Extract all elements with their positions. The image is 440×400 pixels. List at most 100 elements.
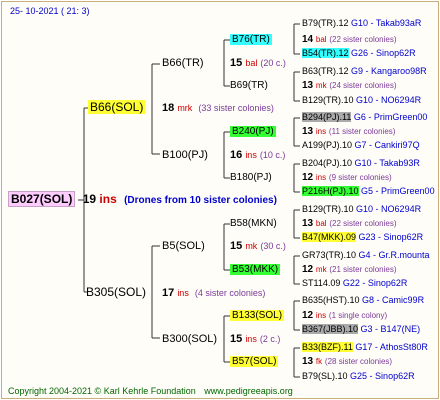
gen4-id: GR73(TR).10 [302, 250, 357, 260]
gen3-id: B69(TR) [230, 80, 268, 91]
gen2-note: (30 c.) [260, 241, 286, 251]
gen2-node-3: B300(SOL) [162, 333, 217, 346]
gen3-word: ins [315, 127, 327, 136]
gen4-code: G10 - Takab93R [354, 158, 420, 168]
gen3-num: 12 [302, 172, 314, 183]
gen1-id: B305(SOL) [86, 285, 147, 299]
gen3-note: (21 sister colonies) [329, 265, 397, 274]
gen3-word: bal [315, 35, 327, 44]
gen1-num: 17 [162, 287, 175, 299]
gen3-num: 13 [302, 80, 314, 91]
gen4-code: G3 - B147(NE) [360, 324, 421, 334]
root-id: B027(SOL) [8, 191, 76, 207]
gen2-num: 15 [230, 333, 243, 345]
gen4-row-13: B367(JBB).10 G3 - B147(NE) [302, 323, 420, 336]
gen3-id: B76(TR) [230, 34, 272, 45]
gen4-row-12: B635(HST).10 G8 - Camic99R [302, 294, 424, 307]
gen3-word: mk [315, 265, 327, 274]
gen4-code: G10 - NO6294R [356, 204, 422, 214]
gen2-word: ins [245, 150, 257, 160]
date-header: 25- 10-2021 ( 21: 3) [10, 6, 90, 16]
gen4-code: G23 - Sinop62R [358, 232, 424, 242]
gen3-word: ins [315, 173, 327, 182]
gen2-node-1: B100(PJ) [162, 149, 208, 162]
gen4-row-0: B79(TR).12 G10 - Takab93aR [302, 17, 421, 30]
gen3-node-1: B69(TR) [230, 79, 268, 92]
gen4-id: B63(TR).12 [302, 66, 349, 76]
gen1-node-0: B66(SOL) [88, 100, 146, 114]
root-note: (Drones from 10 sister colonies) [124, 195, 277, 206]
gen3-num: 13 [302, 356, 314, 367]
gen3-word: fk [315, 357, 323, 366]
gen2-info-3: 15 ins (2 c.) [230, 333, 280, 346]
gen3-id: B180(PJ) [230, 172, 272, 183]
gen4-id: P216H(PJ).10 [302, 186, 359, 196]
gen3-word: ins [315, 311, 327, 320]
gen1-node-1: B305(SOL) [86, 286, 146, 299]
gen4-code: G6 - PrimGreen00 [353, 112, 428, 122]
gen4-id: B635(HST).10 [302, 295, 360, 305]
footer-url[interactable]: www.pedigreeapis.org [204, 386, 293, 396]
gen3-info-2: 13 ins (11 sister colonies) [302, 125, 395, 138]
gen4-code: G5 - PrimGreen00 [361, 186, 435, 196]
gen3-id: B58(MKN) [230, 218, 277, 229]
gen3-note: (24 sister colonies) [329, 81, 397, 90]
gen2-id: B5(SOL) [162, 240, 205, 252]
gen4-id: ST114.09 [302, 278, 341, 288]
gen1-note: (33 sister colonies) [198, 103, 274, 113]
gen3-node-2: B240(PJ) [230, 125, 276, 138]
gen3-word: bal [315, 219, 327, 228]
gen4-row-11: ST114.09 G22 - Sinop62R [302, 277, 407, 290]
gen1-id: B66(SOL) [88, 100, 146, 114]
gen4-code: G10 - NO6294R [356, 95, 422, 105]
gen2-word: mk [245, 241, 258, 251]
gen3-info-0: 14 bal (22 sister colonies) [302, 33, 397, 46]
gen3-num: 14 [302, 34, 314, 45]
gen2-id: B300(SOL) [162, 333, 218, 345]
root-num: 19 [82, 192, 97, 206]
gen3-note: (22 sister colonies) [329, 35, 397, 44]
gen4-id: B79(TR).12 [302, 18, 349, 28]
gen4-id: A199(PJ).10 [302, 140, 353, 150]
gen4-id: B54(TR).12 [302, 48, 349, 58]
gen2-node-2: B5(SOL) [162, 240, 205, 253]
pedigree-frame: 25- 10-2021 ( 21: 3) B027(SOL) 19 ins (D… [1, 1, 439, 399]
gen3-node-5: B53(MKK) [230, 263, 281, 276]
gen4-row-6: B204(PJ).10 G10 - Takab93R [302, 157, 420, 170]
gen3-note: (1 single colony) [328, 311, 388, 320]
gen2-word: bal [245, 58, 258, 68]
gen3-num: 12 [302, 310, 314, 321]
gen4-row-15: B79(SL).10 G25 - Sinop62R [302, 370, 415, 383]
gen1-info-0: 18 mrk (33 sister colonies) [162, 102, 274, 115]
gen3-id: B53(MKK) [230, 264, 281, 275]
gen3-info-1: 13 mk (24 sister colonies) [302, 79, 397, 92]
gen3-node-3: B180(PJ) [230, 171, 272, 184]
gen1-num: 18 [162, 102, 175, 114]
gen1-info-1: 17 ins (4 sister colonies) [162, 287, 265, 300]
gen3-id: B57(SOL) [230, 356, 279, 367]
gen3-note: (22 sister colonies) [329, 219, 397, 228]
gen2-num: 16 [230, 149, 243, 161]
gen4-row-9: B47(MKK).09 G23 - Sinop62R [302, 231, 423, 244]
gen4-row-2: B63(TR).12 G9 - Kangaroo98R [302, 65, 427, 78]
gen2-word: ins [245, 334, 257, 344]
footer: Copyright 2004-2021 © Karl Kehrle Founda… [8, 385, 293, 398]
gen3-id: B133(SOL) [230, 310, 285, 321]
gen4-code: G4 - Gr.R.mounta [358, 250, 430, 260]
gen2-info-1: 16 ins (10 c.) [230, 149, 285, 162]
gen4-row-3: B129(TR).10 G10 - NO6294R [302, 94, 421, 107]
gen4-row-8: B129(TR).10 G10 - NO6294R [302, 203, 421, 216]
gen3-info-7: 13 fk (28 sister colonies) [302, 355, 392, 368]
gen4-code: G25 - Sinop62R [350, 371, 415, 381]
gen2-info-0: 15 bal (20 c.) [230, 57, 286, 70]
gen3-num: 13 [302, 126, 314, 137]
gen3-num: 12 [302, 264, 314, 275]
gen3-id: B240(PJ) [230, 126, 276, 137]
gen4-id: B129(TR).10 [302, 95, 354, 105]
gen4-row-4: B294(PJ).11 G6 - PrimGreen00 [302, 111, 427, 124]
gen3-node-0: B76(TR) [230, 33, 272, 46]
gen3-num: 13 [302, 218, 314, 229]
gen2-info-2: 15 mk (30 c.) [230, 240, 286, 253]
gen2-id: B66(TR) [162, 57, 204, 69]
gen4-id: B294(PJ).11 [302, 112, 352, 122]
